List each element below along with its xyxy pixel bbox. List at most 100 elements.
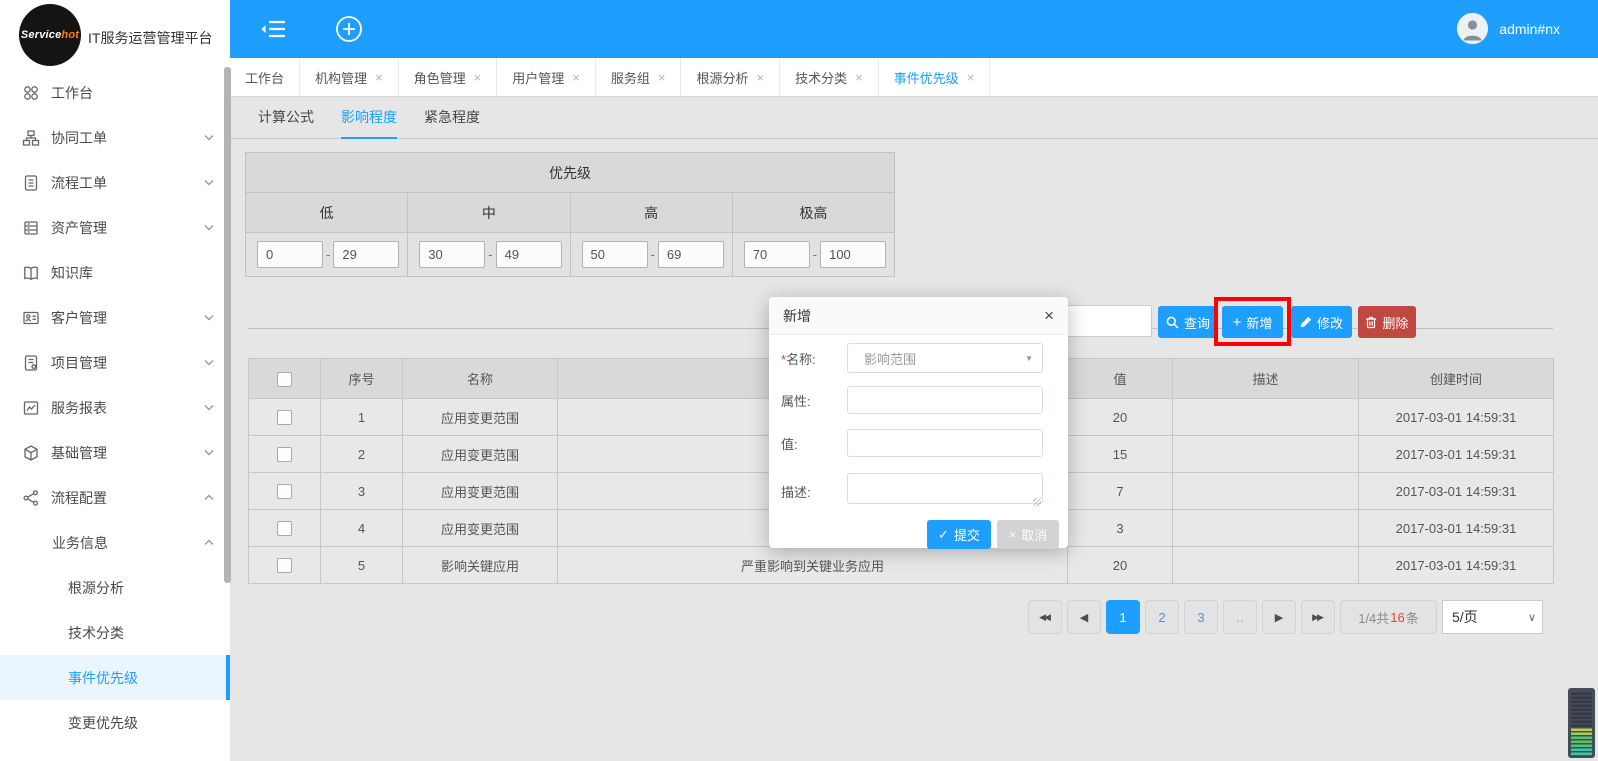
close-icon[interactable]: × <box>967 70 975 85</box>
tab-user-mgmt[interactable]: 用户管理 × <box>497 58 596 96</box>
sidebar-item-reports[interactable]: 服务报表 <box>0 385 230 430</box>
priority-high-max-input[interactable] <box>657 241 724 268</box>
check-icon: ✓ <box>938 526 949 542</box>
dialog-field-attr: 属性: <box>781 386 1056 414</box>
id-card-icon <box>22 309 40 327</box>
app-title: IT服务运营管理平台 <box>88 30 213 46</box>
pagination: ◀◀ ◀ 1 2 3 .. ▶ ▶▶ 1/4共 16 条 5/页 ∨ <box>1028 600 1543 634</box>
priority-medium-min-input[interactable] <box>419 241 486 268</box>
edit-button[interactable]: 修改 <box>1291 306 1352 338</box>
pager-prev-button[interactable]: ◀ <box>1067 600 1101 634</box>
priority-low-max-input[interactable] <box>333 241 400 268</box>
col-name: 名称 <box>402 358 558 399</box>
sidebar-item-customers[interactable]: 客户管理 <box>0 295 230 340</box>
priority-high-min-input[interactable] <box>581 241 648 268</box>
add-circle-icon[interactable] <box>333 13 365 45</box>
subtab-formula[interactable]: 计算公式 <box>258 98 314 139</box>
sidebar-item-workbench[interactable]: 工作台 <box>0 70 230 115</box>
audio-level-bars <box>1571 691 1592 755</box>
col-desc: 描述 <box>1172 358 1359 399</box>
sidebar-item-change-priority[interactable]: 变更优先级 <box>0 700 230 745</box>
dialog-close-icon[interactable]: × <box>1044 307 1054 324</box>
avatar <box>1457 13 1489 44</box>
user-menu[interactable]: admin#nx <box>1457 13 1560 44</box>
row-checkbox[interactable] <box>277 558 292 574</box>
close-icon[interactable]: × <box>375 70 383 85</box>
delete-button[interactable]: 删除 <box>1358 306 1416 338</box>
share-icon <box>22 489 40 507</box>
dialog-header[interactable]: 新增 × <box>769 297 1068 335</box>
pager-ellipsis[interactable]: .. <box>1223 600 1257 634</box>
close-icon[interactable]: × <box>658 70 666 85</box>
col-seq: 序号 <box>320 358 403 399</box>
sidebar-item-root-cause[interactable]: 根源分析 <box>0 565 230 610</box>
chevron-down-icon <box>204 134 214 141</box>
attr-input[interactable] <box>847 386 1043 414</box>
search-button[interactable]: 查询 <box>1158 306 1218 338</box>
sidebar-item-label: 变更优先级 <box>68 714 138 731</box>
add-button[interactable]: + 新增 <box>1222 306 1283 338</box>
row-checkbox[interactable] <box>277 410 292 426</box>
add-dialog: 新增 × *名称: 影响范围 ▼ 属性: 值: 描述: ✓ 提交 × 取消 <box>769 297 1068 549</box>
name-select[interactable]: 影响范围 ▼ <box>847 343 1043 373</box>
cancel-button[interactable]: × 取消 <box>997 520 1059 549</box>
chart-icon <box>22 399 40 417</box>
sidebar-item-tech-category[interactable]: 技术分类 <box>0 610 230 655</box>
row-checkbox[interactable] <box>277 521 292 537</box>
pager-page-2[interactable]: 2 <box>1145 600 1179 634</box>
col-created: 创建时间 <box>1358 358 1554 399</box>
sidebar-item-process-config[interactable]: 流程配置 <box>0 475 230 520</box>
tab-root-cause[interactable]: 根源分析 × <box>681 58 781 96</box>
pager-page-1[interactable]: 1 <box>1106 600 1140 634</box>
close-icon[interactable]: × <box>756 70 764 85</box>
close-icon[interactable]: × <box>855 70 863 85</box>
chevron-down-icon <box>204 179 214 186</box>
chevron-down-icon <box>204 224 214 231</box>
dialog-field-desc: 描述: <box>781 473 1056 509</box>
sidebar-item-assets[interactable]: 资产管理 <box>0 205 230 250</box>
subtab-urgency[interactable]: 紧急程度 <box>424 98 480 139</box>
tab-service-group[interactable]: 服务组 × <box>596 58 682 96</box>
pager-page-3[interactable]: 3 <box>1184 600 1218 634</box>
pager-first-button[interactable]: ◀◀ <box>1028 600 1062 634</box>
pager-next-button[interactable]: ▶ <box>1262 600 1296 634</box>
priority-critical-max-input[interactable] <box>820 241 887 268</box>
priority-medium-max-input[interactable] <box>495 241 562 268</box>
range-dash: - <box>812 247 818 262</box>
sidebar-item-knowledge-base[interactable]: 知识库 <box>0 250 230 295</box>
audio-level-widget <box>1568 688 1595 758</box>
desc-label: 描述: <box>781 484 811 500</box>
tab-incident-priority[interactable]: 事件优先级 × <box>879 58 991 96</box>
sidebar-item-incident-priority[interactable]: 事件优先级 <box>0 655 230 700</box>
pager-last-button[interactable]: ▶▶ <box>1301 600 1335 634</box>
row-checkbox[interactable] <box>277 484 292 500</box>
tab-role-mgmt[interactable]: 角色管理 × <box>399 58 498 96</box>
sidebar-fold-icon[interactable] <box>260 18 288 40</box>
sidebar-item-base-mgmt[interactable]: 基础管理 <box>0 430 230 475</box>
subtab-impact[interactable]: 影响程度 <box>341 98 397 139</box>
table-row[interactable]: 5 影响关键应用 严重影响到关键业务应用 20 2017-03-01 14:59… <box>248 546 1554 584</box>
submit-button[interactable]: ✓ 提交 <box>927 520 991 549</box>
tab-org-mgmt[interactable]: 机构管理 × <box>300 58 399 96</box>
page-size-select[interactable]: 5/页 ∨ <box>1442 600 1543 634</box>
desc-textarea[interactable] <box>847 473 1043 504</box>
row-checkbox[interactable] <box>277 447 292 463</box>
priority-low-min-input[interactable] <box>257 241 323 268</box>
select-all-checkbox[interactable] <box>277 371 292 387</box>
close-icon[interactable]: × <box>572 70 580 85</box>
value-input[interactable] <box>847 429 1043 457</box>
sidebar-item-label: 知识库 <box>51 264 93 281</box>
priority-critical-min-input[interactable] <box>743 241 810 268</box>
close-icon[interactable]: × <box>474 70 482 85</box>
tab-tech-category[interactable]: 技术分类 × <box>780 58 879 96</box>
chevron-down-icon: ∨ <box>1527 611 1536 624</box>
chevron-down-icon <box>204 359 214 366</box>
sidebar-item-collab-tickets[interactable]: 协同工单 <box>0 115 230 160</box>
sidebar-scrollbar[interactable] <box>224 67 231 583</box>
book-icon <box>22 264 40 282</box>
chevron-down-icon <box>204 449 214 456</box>
tab-workbench[interactable]: 工作台 <box>230 58 301 96</box>
sidebar-item-business-info[interactable]: 业务信息 <box>0 520 230 565</box>
sidebar-item-projects[interactable]: 项目管理 <box>0 340 230 385</box>
sidebar-item-process-tickets[interactable]: 流程工单 <box>0 160 230 205</box>
